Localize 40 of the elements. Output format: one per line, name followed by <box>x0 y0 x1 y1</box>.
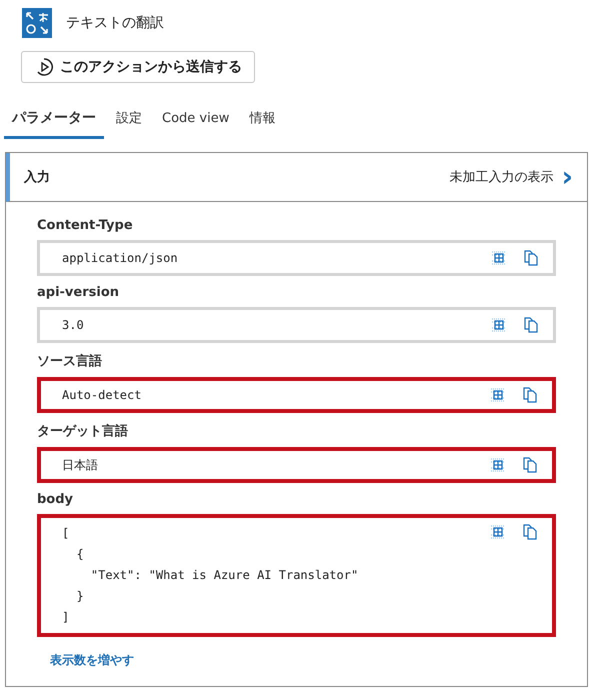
field-value: ] <box>62 609 70 626</box>
table-icon[interactable] <box>491 250 507 266</box>
field-value: } <box>75 588 85 605</box>
input-field[interactable]: [ { "Text": "What is Azure AI Translator" } ] <box>37 514 556 637</box>
table-icon[interactable] <box>490 524 506 540</box>
table-icon[interactable] <box>491 317 507 333</box>
table-icon[interactable] <box>490 457 506 473</box>
tab[interactable]: 情報 <box>241 103 284 139</box>
field-label: body <box>37 492 74 507</box>
field-value: { <box>75 546 85 563</box>
tab[interactable]: Code view <box>154 103 238 139</box>
copy-icon[interactable] <box>523 317 539 333</box>
translator-icon <box>22 8 52 38</box>
input-field[interactable]: 3.0 <box>37 307 556 343</box>
copy-icon[interactable] <box>522 457 538 473</box>
field-value: Auto-detect <box>62 387 142 404</box>
action-title: テキストの翻訳 <box>66 14 164 32</box>
show-raw-input-link[interactable]: 未加工入力の表示 <box>449 168 554 186</box>
copy-icon[interactable] <box>522 524 538 540</box>
input-field[interactable]: application/json <box>37 240 556 276</box>
tab[interactable]: パラメーター <box>4 103 104 139</box>
field-value: application/json <box>62 250 179 267</box>
tab[interactable]: 設定 <box>108 103 150 139</box>
table-icon[interactable] <box>490 387 506 403</box>
copy-icon[interactable] <box>523 250 539 266</box>
field-label: ソース言語 <box>37 352 103 370</box>
field-value: 3.0 <box>62 317 85 334</box>
field-label: ターゲット言語 <box>37 422 129 440</box>
show-more-link[interactable]: 表示数を増やす <box>50 652 134 669</box>
panel-title: 入力 <box>24 168 51 186</box>
copy-icon[interactable] <box>522 387 538 403</box>
run-from-action-button[interactable]: このアクションから送信する <box>21 51 255 83</box>
field-label: api-version <box>37 285 120 300</box>
input-field[interactable]: Auto-detect <box>37 377 556 413</box>
field-label: Content-Type <box>37 218 134 233</box>
field-value: [ <box>62 525 70 542</box>
input-field[interactable]: 日本語 <box>37 447 556 483</box>
chevron-icon: › <box>561 163 573 191</box>
field-value: 日本語 <box>62 457 99 474</box>
field-value: "Text": "What is Azure AI Translator" <box>90 567 360 584</box>
